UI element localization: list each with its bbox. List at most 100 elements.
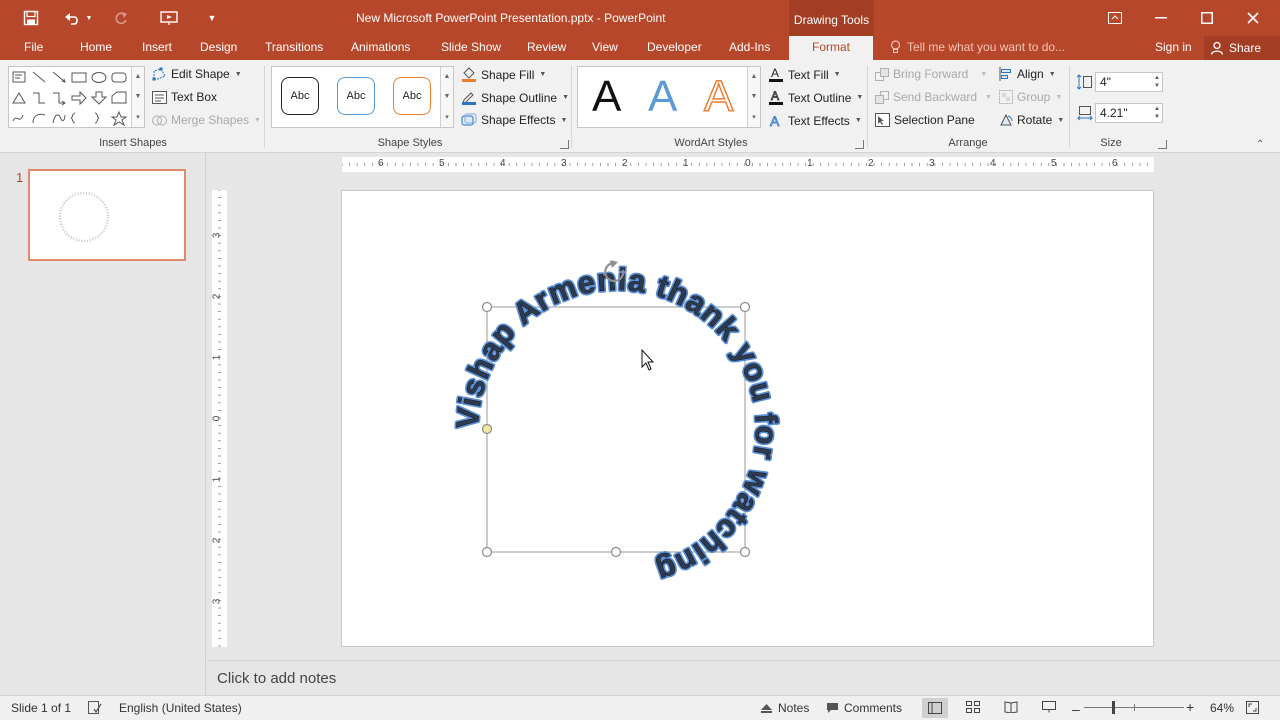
shape-styles-launcher-icon[interactable] bbox=[560, 140, 569, 149]
slide-show-icon[interactable] bbox=[1042, 701, 1056, 713]
shape-fill-button[interactable]: Shape Fill ▼ bbox=[461, 67, 546, 82]
align-button[interactable]: Align ▼ bbox=[999, 67, 1056, 81]
wordart-styles-launcher-icon[interactable] bbox=[855, 140, 864, 149]
shape-style-preset-2[interactable]: Abc bbox=[337, 77, 375, 115]
shapes-gallery[interactable]: ▲ ▼ ▾ bbox=[8, 66, 145, 128]
bring-forward-button[interactable]: Bring Forward ▼ bbox=[875, 67, 987, 81]
shape-outline-button[interactable]: Shape Outline ▼ bbox=[461, 90, 569, 105]
tab-review[interactable]: Review bbox=[527, 40, 566, 54]
close-icon[interactable] bbox=[1230, 0, 1276, 36]
resize-handle-bottom-right[interactable] bbox=[739, 546, 751, 558]
rotate-label: Rotate bbox=[1017, 113, 1053, 127]
spelling-check-icon[interactable] bbox=[88, 701, 102, 714]
text-effects-button[interactable]: A Text Effects ▼ bbox=[768, 113, 862, 128]
shape-styles-gallery[interactable]: Abc Abc Abc ▲ ▼ ▾ bbox=[271, 66, 454, 128]
text-outline-label: Text Outline bbox=[788, 90, 852, 105]
resize-handle-top-left[interactable] bbox=[481, 301, 493, 313]
notes-button[interactable]: Notes bbox=[760, 701, 809, 715]
zoom-slider[interactable] bbox=[1084, 701, 1184, 714]
wordart-styles-scroll[interactable]: ▲ ▼ ▾ bbox=[747, 67, 760, 127]
text-box-icon bbox=[152, 90, 167, 104]
save-icon[interactable] bbox=[18, 0, 44, 36]
resize-handle-bottom-left[interactable] bbox=[481, 546, 493, 558]
tab-developer[interactable]: Developer bbox=[647, 40, 702, 54]
text-outline-icon: A bbox=[769, 90, 783, 105]
notes-pane[interactable]: Click to add notes bbox=[207, 660, 1280, 695]
wordart-preset-3[interactable]: A bbox=[703, 74, 734, 120]
collapse-ribbon-icon[interactable]: ⌃ bbox=[1256, 139, 1264, 150]
ruler-number: 3 bbox=[561, 158, 567, 169]
fit-slide-icon[interactable] bbox=[1246, 701, 1259, 714]
svg-text:Vishap Armenia thank you for w: Vishap Armenia thank you for watching bbox=[450, 262, 785, 590]
text-fill-button[interactable]: A Text Fill ▼ bbox=[768, 67, 841, 82]
ruler-number: 1 bbox=[683, 158, 689, 169]
adjustment-handle[interactable] bbox=[481, 423, 493, 435]
slide-canvas[interactable]: Vishap Armenia thank you for watching Vi… bbox=[341, 190, 1154, 647]
group-divider bbox=[264, 66, 265, 148]
shape-style-preset-1[interactable]: Abc bbox=[281, 77, 319, 115]
reading-view-icon[interactable] bbox=[1004, 701, 1018, 713]
language-indicator[interactable]: English (United States) bbox=[119, 701, 242, 715]
shape-effects-label: Shape Effects bbox=[481, 113, 556, 127]
wordart-preset-1[interactable]: A bbox=[592, 75, 621, 119]
share-button[interactable]: Share bbox=[1204, 36, 1280, 60]
selection-pane-button[interactable]: Selection Pane bbox=[875, 113, 975, 127]
start-from-beginning-icon[interactable] bbox=[156, 0, 182, 36]
tab-add-ins[interactable]: Add-Ins bbox=[729, 40, 770, 54]
zoom-in-icon[interactable]: + bbox=[1186, 699, 1194, 715]
tell-me-search[interactable]: Tell me what you want to do... bbox=[890, 40, 1065, 54]
insert-shapes-group-label: Insert Shapes bbox=[99, 137, 167, 149]
merge-shapes-button[interactable]: Merge Shapes ▼ bbox=[152, 113, 261, 127]
wordart-circle-text[interactable]: Vishap Armenia thank you for watching Vi… bbox=[448, 260, 786, 592]
slide-thumbnail[interactable] bbox=[28, 169, 186, 261]
height-spinner[interactable]: ▲ ▼ bbox=[1154, 74, 1160, 90]
shape-styles-scroll[interactable]: ▲ ▼ ▾ bbox=[440, 67, 453, 127]
comments-button[interactable]: Comments bbox=[826, 701, 902, 715]
size-launcher-icon[interactable] bbox=[1158, 140, 1167, 149]
tab-home[interactable]: Home bbox=[80, 40, 112, 54]
maximize-icon[interactable] bbox=[1184, 0, 1230, 36]
customize-qat-icon[interactable]: ▼ bbox=[204, 0, 220, 36]
lightbulb-icon bbox=[890, 40, 901, 53]
shape-width-field[interactable]: 4.21" ▲ ▼ bbox=[1095, 103, 1163, 123]
shape-height-field[interactable]: 4" ▲ ▼ bbox=[1095, 72, 1163, 92]
zoom-slider-thumb[interactable] bbox=[1112, 701, 1115, 714]
tab-insert[interactable]: Insert bbox=[142, 40, 172, 54]
undo-icon[interactable]: ▼ bbox=[60, 0, 96, 36]
normal-view-icon[interactable] bbox=[922, 698, 948, 718]
slide-sorter-icon[interactable] bbox=[966, 701, 980, 713]
text-box-button[interactable]: Text Box bbox=[152, 90, 217, 104]
width-spinner[interactable]: ▲ ▼ bbox=[1154, 105, 1160, 121]
arrange-group-label: Arrange bbox=[948, 137, 988, 149]
edit-shape-button[interactable]: Edit Shape ▼ bbox=[152, 67, 242, 81]
wordart-preset-2[interactable]: A bbox=[648, 75, 677, 119]
shape-style-preset-3[interactable]: Abc bbox=[393, 77, 431, 115]
rotate-button[interactable]: Rotate ▼ bbox=[999, 113, 1064, 127]
sign-in-link[interactable]: Sign in bbox=[1155, 40, 1192, 54]
tab-format[interactable]: Format bbox=[789, 36, 874, 60]
redo-icon[interactable] bbox=[108, 0, 134, 36]
minimize-icon[interactable] bbox=[1138, 0, 1184, 36]
send-backward-button[interactable]: Send Backward ▼ bbox=[875, 90, 992, 104]
wordart-styles-gallery[interactable]: A A A ▲ ▼ ▾ bbox=[577, 66, 761, 128]
tab-design[interactable]: Design bbox=[200, 40, 237, 54]
shapes-gallery-scroll[interactable]: ▲ ▼ ▾ bbox=[131, 67, 144, 127]
tab-animations[interactable]: Animations bbox=[351, 40, 410, 54]
paint-bucket-icon bbox=[462, 67, 476, 82]
group-button[interactable]: Group ▼ bbox=[999, 90, 1062, 104]
ruler-number: 3 bbox=[929, 158, 935, 169]
rotate-icon bbox=[1000, 113, 1013, 126]
horizontal-ruler: 6 5 4 3 2 1 0 1 2 3 4 5 6 bbox=[342, 157, 1154, 172]
tab-file[interactable]: File bbox=[24, 40, 43, 54]
zoom-out-icon[interactable]: – bbox=[1072, 701, 1080, 717]
resize-handle-bottom[interactable] bbox=[610, 546, 622, 558]
shape-effects-button[interactable]: Shape Effects ▼ bbox=[461, 113, 567, 127]
tab-slide-show[interactable]: Slide Show bbox=[441, 40, 501, 54]
ribbon-display-options-icon[interactable] bbox=[1092, 0, 1138, 36]
tab-view[interactable]: View bbox=[592, 40, 618, 54]
resize-handle-top-right[interactable] bbox=[739, 301, 751, 313]
text-outline-button[interactable]: A Text Outline ▼ bbox=[768, 90, 863, 105]
slide-thumbnail-number: 1 bbox=[16, 170, 24, 185]
tab-transitions[interactable]: Transitions bbox=[265, 40, 323, 54]
zoom-level[interactable]: 64% bbox=[1210, 701, 1234, 715]
